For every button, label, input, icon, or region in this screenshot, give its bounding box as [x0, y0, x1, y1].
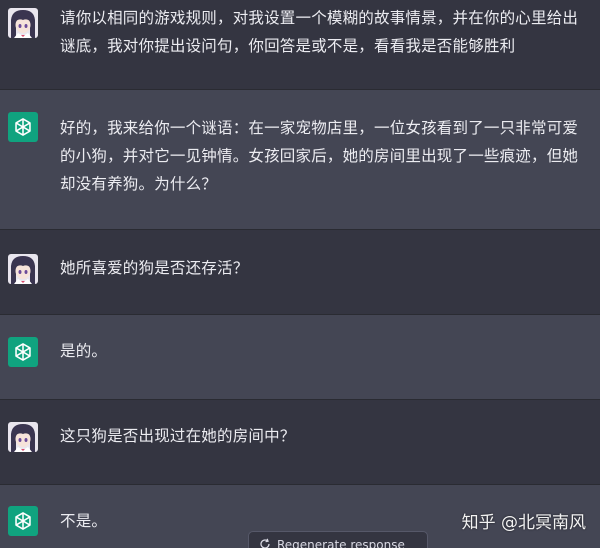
refresh-icon [260, 538, 270, 548]
assistant-avatar [8, 112, 38, 142]
watermark-text: 知乎 @北冥南风 [461, 513, 586, 533]
user-message: 她所喜爱的狗是否还存活？ [0, 230, 600, 315]
assistant-avatar [8, 506, 38, 536]
regenerate-response-button[interactable]: Regenerate response [248, 531, 428, 548]
user-avatar [8, 422, 38, 452]
anime-girl-avatar-icon [8, 422, 38, 452]
user-message: 这只狗是否出现过在她的房间中？ [0, 400, 600, 485]
user-message: 请你以相同的游戏规则，对我设置一个模糊的故事情景，并在你的心里给出谜底，我对你提… [0, 0, 600, 90]
message-text: 她所喜爱的狗是否还存活？ [60, 259, 249, 277]
chat-thread: 请你以相同的游戏规则，对我设置一个模糊的故事情景，并在你的心里给出谜底，我对你提… [0, 0, 600, 548]
zhihu-watermark: 知乎 @北冥南风 [462, 508, 586, 533]
message-text: 请你以相同的游戏规则，对我设置一个模糊的故事情景，并在你的心里给出谜底，我对你提… [60, 9, 579, 55]
message-text: 这只狗是否出现过在她的房间中？ [60, 427, 296, 445]
message-text: 好的，我来给你一个谜语：在一家宠物店里，一位女孩看到了一只非常可爱的小狗，并对它… [60, 119, 579, 193]
openai-logo-icon [15, 343, 31, 361]
user-avatar [8, 8, 38, 38]
assistant-message: 是的。 [0, 315, 600, 400]
anime-girl-avatar-icon [8, 8, 38, 38]
assistant-avatar [8, 337, 38, 367]
assistant-message: 好的，我来给你一个谜语：在一家宠物店里，一位女孩看到了一只非常可爱的小狗，并对它… [0, 90, 600, 230]
user-avatar [8, 254, 38, 284]
openai-logo-icon [15, 512, 31, 530]
anime-girl-avatar-icon [8, 254, 38, 284]
message-text: 是的。 [60, 342, 108, 360]
regenerate-label: Regenerate response [277, 538, 405, 548]
openai-logo-icon [15, 118, 31, 136]
